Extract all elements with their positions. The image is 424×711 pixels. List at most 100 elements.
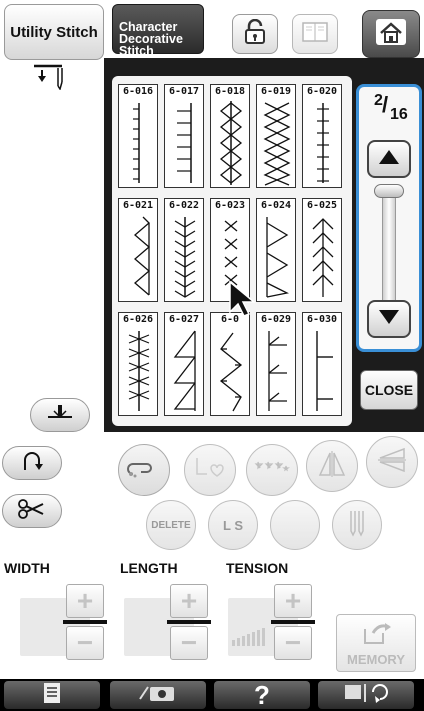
page-total: 16 (390, 106, 408, 123)
book-button[interactable] (292, 14, 338, 54)
needle-position-icon (32, 64, 72, 95)
width-minus-button[interactable]: − (66, 626, 104, 660)
stitch-6-025[interactable]: 6-025 (302, 198, 342, 302)
stitch-6-021[interactable]: 6-021 (118, 198, 158, 302)
memory-icon (361, 621, 393, 652)
mirror-horizontal-button[interactable] (306, 440, 358, 492)
close-button[interactable]: CLOSE (360, 370, 418, 410)
stitch-6-018[interactable]: 6-018 (210, 84, 250, 188)
stitch-code: 6-017 (168, 86, 200, 97)
stitch-code: 6-023 (214, 200, 246, 211)
heart-stitch-icon (193, 456, 227, 485)
close-label: CLOSE (364, 382, 414, 398)
presser-foot-icon (45, 403, 75, 428)
ls-label: L S (223, 517, 243, 533)
memory-label: MEMORY (346, 652, 406, 667)
stitch-code: 6-021 (122, 200, 154, 211)
stitch-6-029[interactable]: 6-029 (256, 312, 296, 416)
scroll-up-button[interactable] (367, 140, 411, 178)
minus-icon: − (284, 627, 302, 658)
utility-stitch-tab[interactable]: Utility Stitch (4, 4, 104, 60)
stitch-code: 6-030 (306, 314, 338, 325)
camera-icon (138, 683, 178, 708)
scroll-thumb[interactable] (374, 184, 404, 198)
stitch-code: 6-024 (260, 200, 292, 211)
needle-mode-button[interactable] (318, 681, 414, 709)
stitch-6-019[interactable]: 6-019 (256, 84, 296, 188)
thread-spool-icon (127, 456, 161, 485)
character-decorative-stitch-tab[interactable]: Character Decorative Stitch (112, 4, 204, 57)
tension-minus-button[interactable]: − (274, 626, 312, 660)
length-divider (167, 620, 211, 624)
tension-plus-button[interactable]: + (274, 584, 312, 618)
stitch-6-024[interactable]: 6-024 (256, 198, 296, 302)
stitch-grid: 6-016 6-017 6-018 6-019 6-020 6-021 6-02… (112, 76, 352, 426)
camera-button[interactable] (110, 681, 206, 709)
needle-mode-icon (343, 682, 389, 709)
length-minus-button[interactable]: − (170, 626, 208, 660)
minus-icon: − (76, 627, 94, 658)
scissors-icon (17, 498, 47, 525)
stitch-code: 6-018 (214, 86, 246, 97)
stars-icon (254, 460, 290, 481)
twin-needle-button[interactable] (332, 500, 382, 550)
pointer-cursor-icon (229, 280, 257, 317)
minus-icon: − (180, 627, 198, 658)
stitch-code: 6-025 (306, 200, 338, 211)
width-plus-button[interactable]: + (66, 584, 104, 618)
stitch-code: 6-029 (260, 314, 292, 325)
mirror-vertical-icon (376, 445, 408, 480)
stitch-code: 6-026 (122, 314, 154, 325)
star-stitch-button[interactable] (246, 444, 298, 496)
plus-icon: + (284, 585, 302, 616)
help-button[interactable]: ? (214, 679, 310, 710)
triangle-down-icon (378, 309, 400, 330)
reverse-stitch-button[interactable] (2, 446, 62, 480)
help-icon: ? (254, 679, 270, 710)
stitch-6-022[interactable]: 6-022 (164, 198, 204, 302)
twin-needle-icon (345, 509, 369, 542)
scroll-track[interactable] (382, 184, 396, 308)
home-button[interactable] (362, 10, 420, 58)
lock-icon (243, 18, 267, 50)
plus-icon: + (180, 585, 198, 616)
mirror-horizontal-icon (316, 449, 348, 484)
stitch-6-030[interactable]: 6-030 (302, 312, 342, 416)
length-size-button[interactable]: L S (208, 500, 258, 550)
book-icon (302, 21, 328, 48)
stitch-code: 6-019 (260, 86, 292, 97)
stitch-6-027[interactable]: 6-027 (164, 312, 204, 416)
width-divider (63, 620, 107, 624)
stitch-6-026[interactable]: 6-026 (118, 312, 158, 416)
width-label: WIDTH (4, 560, 50, 576)
stitch-code: 6-020 (306, 86, 338, 97)
tension-label: TENSION (226, 560, 289, 576)
stitch-6-016[interactable]: 6-016 (118, 84, 158, 188)
settings-button[interactable] (4, 681, 100, 709)
character-decorative-tab-label: Character Decorative Stitch (119, 20, 183, 58)
lock-button[interactable] (232, 14, 278, 54)
stitch-code: 6-027 (168, 314, 200, 325)
triangle-up-icon (378, 149, 400, 170)
stitch-settings-button[interactable] (118, 444, 170, 496)
mirror-vertical-button[interactable] (366, 436, 418, 488)
mirror-combine-button[interactable] (184, 444, 236, 496)
stitch-code: 6-016 (122, 86, 154, 97)
settings-sheet-icon (43, 682, 61, 709)
delete-button[interactable]: DELETE (146, 500, 196, 550)
blank-round-button[interactable] (270, 500, 320, 550)
home-icon (374, 17, 408, 52)
plus-icon: + (76, 585, 94, 616)
length-plus-button[interactable]: + (170, 584, 208, 618)
scroll-down-button[interactable] (367, 300, 411, 338)
stitch-6-028[interactable]: 6-0 (210, 312, 250, 416)
stitch-6-020[interactable]: 6-020 (302, 84, 342, 188)
utility-stitch-tab-label: Utility Stitch (10, 23, 98, 41)
thread-cut-button[interactable] (2, 494, 62, 528)
length-label: LENGTH (120, 560, 178, 576)
presser-foot-button[interactable] (30, 398, 90, 432)
memory-button[interactable]: MEMORY (336, 614, 416, 672)
tension-divider (271, 620, 315, 624)
delete-label: DELETE (151, 519, 191, 531)
stitch-6-017[interactable]: 6-017 (164, 84, 204, 188)
